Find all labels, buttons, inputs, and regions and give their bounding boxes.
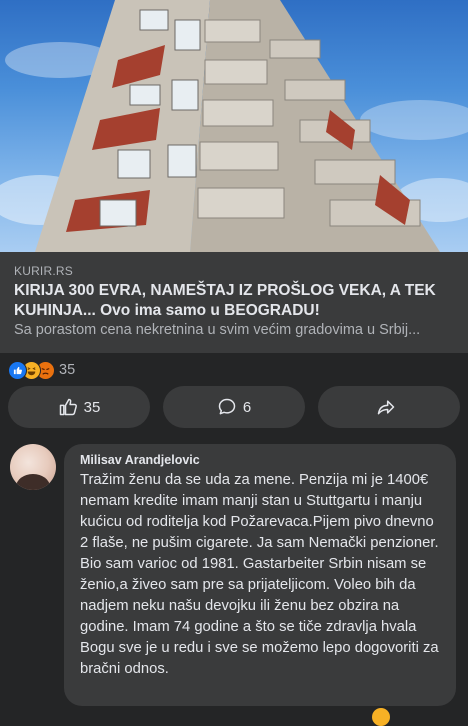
thumbs-up-icon — [59, 398, 77, 416]
like-icon — [8, 360, 27, 380]
link-headline[interactable]: KIRIJA 300 EVRA, NAMEŠTAJ IZ PROŠLOG VEK… — [14, 281, 454, 321]
reactions-summary[interactable]: 35 — [8, 360, 75, 380]
share-icon — [377, 400, 395, 415]
reaction-emoji-icon — [372, 708, 390, 726]
like-count: 35 — [83, 398, 101, 416]
comment-bubble: Milisav Arandjelovic Tražim ženu da se u… — [64, 444, 456, 706]
comment-author[interactable]: Milisav Arandjelovic — [80, 453, 200, 467]
comment-button[interactable]: 6 — [163, 386, 305, 428]
link-subtitle: Sa porastom cena nekretnina u svim većim… — [14, 322, 421, 338]
reaction-count: 35 — [59, 362, 76, 378]
article-image[interactable] — [0, 0, 468, 252]
share-button[interactable] — [318, 386, 460, 428]
like-button[interactable]: 35 — [8, 386, 150, 428]
post-actions: 35 6 — [0, 386, 468, 428]
link-preview-card[interactable]: KURIR.RS KIRIJA 300 EVRA, NAMEŠTAJ IZ PR… — [0, 252, 468, 353]
comment-icon — [218, 398, 236, 415]
apartment-building-illustration — [0, 0, 468, 252]
avatar-figure — [16, 474, 50, 490]
comment-text: Tražim ženu da se uda za mene. Penzija m… — [80, 472, 439, 677]
commenter-avatar[interactable] — [10, 444, 56, 490]
link-source: KURIR.RS — [14, 264, 73, 278]
comment-count: 6 — [242, 398, 252, 416]
